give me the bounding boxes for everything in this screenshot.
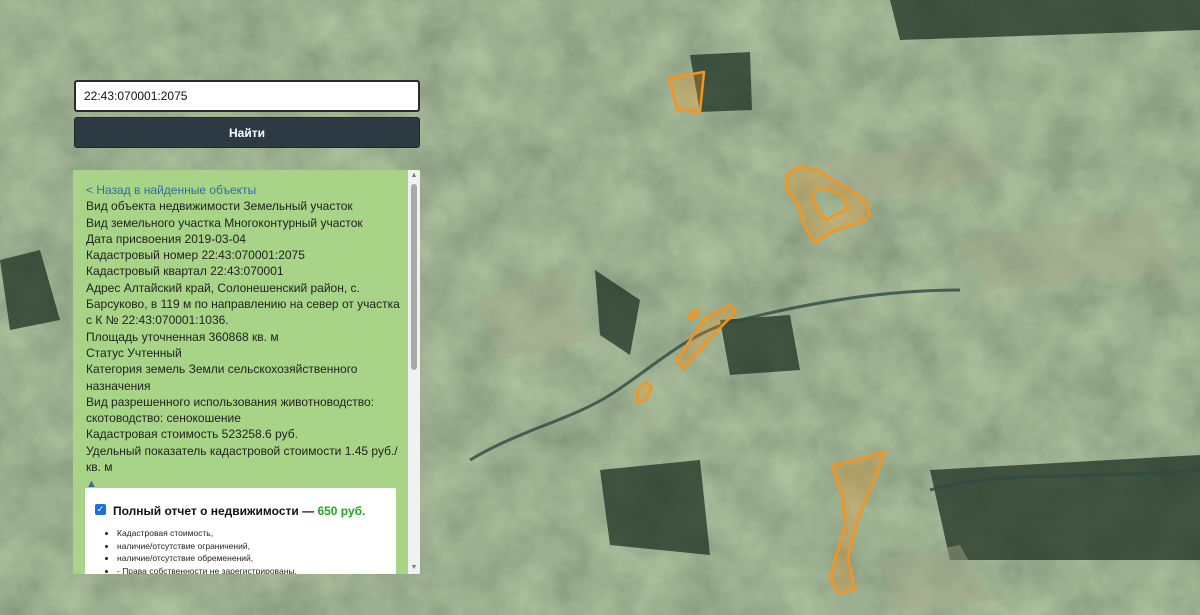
- search-input[interactable]: [74, 80, 420, 112]
- panel-scrollbar[interactable]: ▲ ▼: [408, 170, 420, 574]
- search-button[interactable]: Найти: [74, 117, 420, 148]
- report-checkbox[interactable]: ✓: [95, 504, 106, 515]
- report-header: ✓ Полный отчет о недвижимости — 650 руб.: [95, 503, 388, 519]
- info-permitted-use: Вид разрешенного использования животново…: [86, 394, 375, 426]
- info-panel: < Назад в найденные объекты Вид объекта …: [73, 170, 420, 574]
- report-price: 650 руб.: [317, 504, 366, 518]
- report-title-text: Полный отчет о недвижимости —: [113, 504, 315, 518]
- info-parcel-type: Вид земельного участка Многоконтурный уч…: [86, 215, 363, 230]
- report-title: Полный отчет о недвижимости — 650 руб.: [113, 503, 365, 519]
- info-assignment-date: Дата присвоения 2019-03-04: [86, 231, 246, 246]
- info-status: Статус Учтенный: [86, 345, 182, 360]
- back-to-results-link[interactable]: < Назад в найденные объекты: [86, 182, 408, 198]
- report-feature-item: наличие/отсутствие ограничений,: [117, 540, 388, 553]
- scroll-up-arrow-icon[interactable]: ▲: [408, 170, 420, 182]
- report-feature-item: наличие/отсутствие обременений,: [117, 552, 388, 565]
- report-feature-item: Кадастровая стоимость,: [117, 527, 388, 540]
- info-area: Площадь уточненная 360868 кв. м: [86, 329, 279, 344]
- parcel-contour-3: [687, 308, 701, 320]
- info-cadastral-value: Кадастровая стоимость 523258.6 руб.: [86, 427, 298, 442]
- info-object-type: Вид объекта недвижимости Земельный участ…: [86, 199, 353, 214]
- info-address: Адрес Алтайский край, Солонешенский райо…: [86, 280, 400, 328]
- info-unit-value: Удельный показатель кадастровой стоимост…: [86, 443, 398, 475]
- info-cadastral-quarter: Кадастровый квартал 22:43:070001: [86, 264, 284, 279]
- scroll-down-arrow-icon[interactable]: ▼: [408, 562, 420, 574]
- full-report-option[interactable]: ✓ Полный отчет о недвижимости — 650 руб.…: [85, 488, 396, 574]
- report-feature-item: - Права собственности не зарегистрирован…: [117, 565, 388, 574]
- info-land-category: Категория земель Земли сельскохозяйствен…: [86, 362, 358, 393]
- scroll-thumb[interactable]: [411, 184, 417, 370]
- info-cadastral-number: Кадастровый номер 22:43:070001:2075: [86, 248, 305, 263]
- report-features-list: Кадастровая стоимость, наличие/отсутстви…: [95, 527, 388, 574]
- info-panel-content: < Назад в найденные объекты Вид объекта …: [73, 170, 408, 574]
